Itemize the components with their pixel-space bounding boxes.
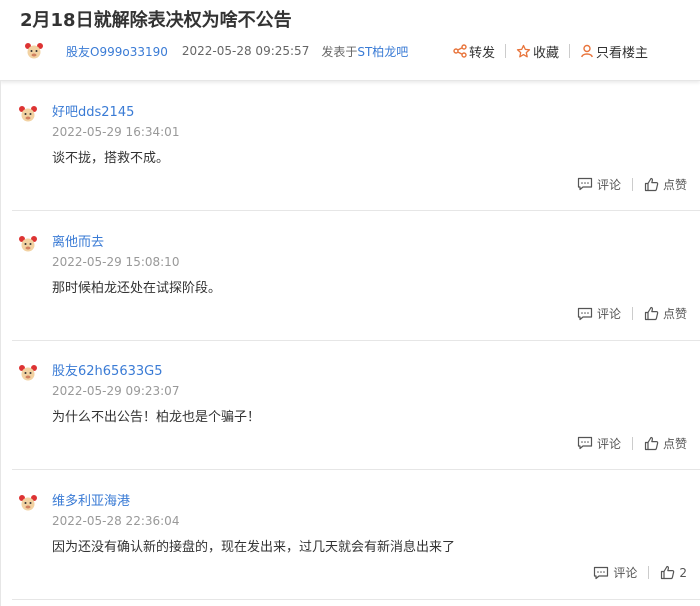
comment-label: 评论 (613, 566, 638, 580)
avatar-icon[interactable] (24, 41, 44, 61)
like-label: 2 (679, 565, 687, 580)
like-label: 点赞 (662, 436, 687, 451)
post-actions: 转发 收藏 只看楼主 (453, 40, 648, 62)
divider (504, 44, 506, 58)
avatar-icon[interactable] (18, 363, 38, 387)
content-border (0, 80, 1, 606)
comment-icon (577, 436, 593, 450)
star-icon (516, 44, 531, 57)
posted-in-label: 发表于 (321, 44, 358, 59)
like-label: 点赞 (662, 307, 687, 321)
comment-actions: 评论 点赞 (577, 433, 687, 453)
post-author-link[interactable]: 股友O999o33190 (66, 43, 168, 60)
comment-time: 2022-05-29 15:08:10 (52, 254, 180, 269)
favorite-label: 收藏 (532, 45, 559, 61)
avatar-icon[interactable] (18, 234, 38, 258)
thumbs-up-icon (644, 436, 659, 450)
comment-button[interactable]: 评论 (577, 176, 621, 193)
comment-item: 股友62h65633G5 2022-05-29 09:23:07 为什么不出公告… (12, 341, 700, 470)
favorite-button[interactable]: 收藏 (516, 42, 559, 61)
bar-link[interactable]: ST柏龙吧 (357, 43, 408, 60)
comment-username[interactable]: 股友62h65633G5 (52, 360, 162, 379)
comment-text: 谈不拢，搭救不成。 (52, 151, 170, 166)
comment-item: 离他而去 2022-05-29 15:08:10 那时候柏龙还处在试探阶段。 评… (12, 212, 700, 341)
post-time: 2022-05-28 09:25:57 (181, 44, 310, 58)
comment-username[interactable]: 好吧dds2145 (52, 101, 134, 120)
comment-button[interactable]: 评论 (593, 564, 637, 581)
owner-only-button[interactable]: 只看楼主 (580, 42, 648, 61)
comment-icon (594, 566, 609, 579)
thumbs-up-icon (661, 565, 675, 580)
divider (631, 307, 633, 320)
comment-button[interactable]: 评论 (577, 435, 621, 452)
comment-icon (577, 307, 593, 320)
like-button[interactable]: 点赞 (644, 305, 687, 322)
comment-label: 评论 (596, 177, 621, 192)
comment-time: 2022-05-29 16:34:01 (52, 125, 180, 139)
share-icon (453, 44, 467, 58)
avatar-icon[interactable] (18, 493, 38, 517)
comment-actions: 评论 点赞 (577, 174, 687, 194)
like-button[interactable]: 点赞 (644, 176, 687, 193)
comment-text: 那时候柏龙还处在试探阶段。 (52, 280, 222, 296)
post-title: 2月18日就解除表决权为啥不公告 (20, 10, 292, 31)
post-header: 2月18日就解除表决权为啥不公告 股友O999o33190 2022-05-28… (0, 0, 700, 81)
share-label: 转发 (468, 45, 495, 61)
comment-text: 因为还没有确认新的接盘的，现在发出来，过几天就会有新消息出来了 (52, 539, 456, 555)
post-meta: 股友O999o33190 2022-05-28 09:25:57 发表于 ST柏… (24, 40, 408, 62)
comment-text: 为什么不出公告！柏龙也是个骗子！ (52, 410, 261, 425)
share-button[interactable]: 转发 (453, 42, 495, 61)
comment-username[interactable]: 离他而去 (52, 231, 104, 250)
divider (631, 436, 633, 450)
divider (568, 44, 570, 58)
avatar-icon[interactable] (18, 104, 38, 128)
comment-label: 评论 (596, 307, 621, 321)
comment-actions: 评论 点赞 (577, 304, 687, 324)
thumbs-up-icon (644, 177, 659, 191)
comment-label: 评论 (596, 436, 621, 451)
like-button[interactable]: 点赞 (644, 435, 687, 452)
owner-only-label: 只看楼主 (595, 45, 648, 61)
person-icon (581, 44, 593, 58)
thumbs-up-icon (644, 306, 659, 321)
divider (631, 177, 633, 191)
comment-item: 好吧dds2145 2022-05-29 16:34:01 谈不拢，搭救不成。 … (12, 82, 700, 211)
like-label: 点赞 (662, 177, 687, 192)
comment-username[interactable]: 维多利亚海港 (52, 490, 130, 509)
comment-time: 2022-05-28 22:36:04 (52, 513, 180, 528)
divider (648, 566, 650, 579)
comment-actions: 评论 2 (593, 563, 687, 583)
comment-time: 2022-05-29 09:23:07 (52, 384, 180, 398)
comment-item: 维多利亚海港 2022-05-28 22:36:04 因为还没有确认新的接盘的，… (12, 471, 700, 600)
comment-icon (577, 177, 593, 191)
comment-button[interactable]: 评论 (577, 305, 621, 322)
like-button[interactable]: 2 (660, 565, 687, 580)
